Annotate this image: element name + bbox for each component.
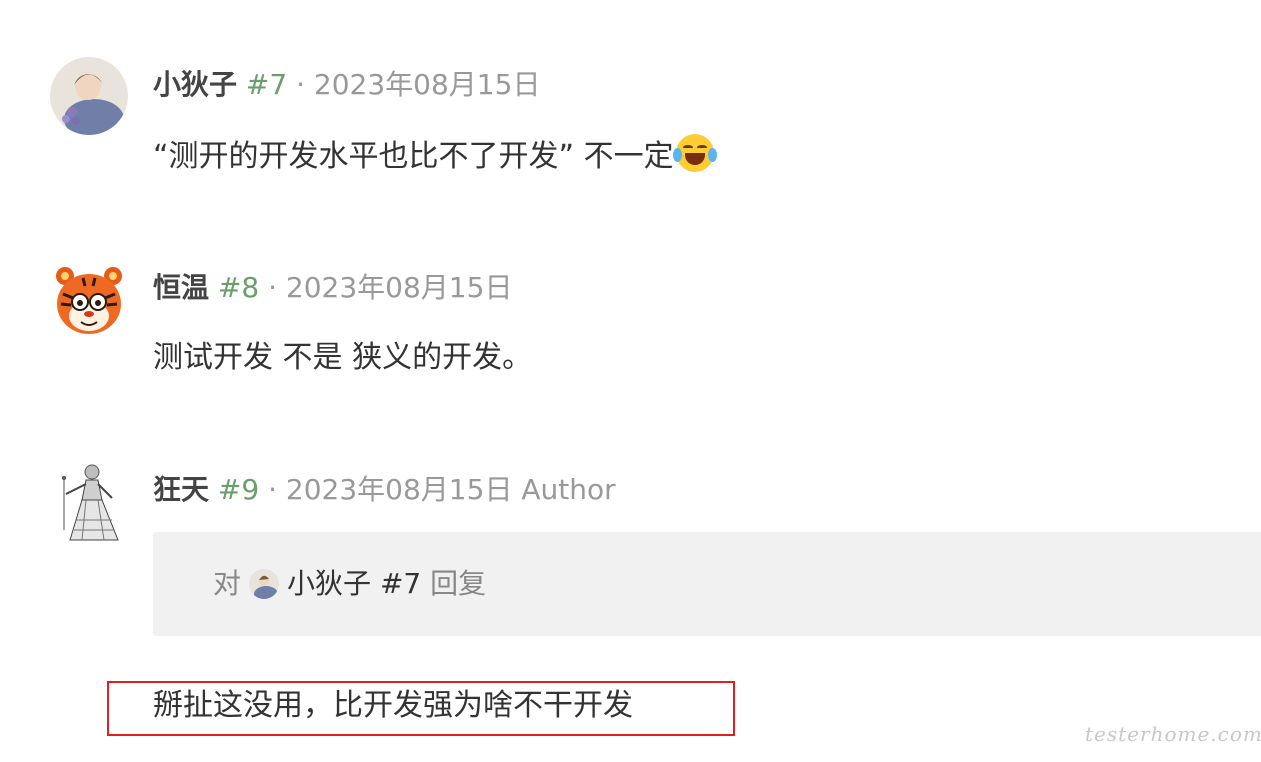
reply-prefix: 对 (213, 567, 242, 600)
avatar-image (50, 57, 128, 135)
meta-separator: · (296, 68, 306, 101)
face-with-tears-of-joy-icon (672, 134, 717, 172)
meta-separator: · (268, 473, 278, 506)
comment-date: 2023年08月15日 (313, 68, 541, 101)
reply-user-avatar[interactable] (249, 569, 280, 599)
comment-meta: 狂天 #9 · 2023年08月15日 Author (153, 472, 616, 508)
floor-link[interactable]: #7 (246, 68, 287, 101)
author-name[interactable]: 小狄子 (153, 68, 237, 101)
reply-floor-link[interactable]: #7 (380, 567, 421, 600)
victorian-lady-avatar-image (52, 460, 124, 542)
site-watermark: testerhome.com (1085, 722, 1261, 746)
comment-date: 2023年08月15日 (285, 473, 513, 506)
author-name[interactable]: 狂天 (153, 473, 209, 506)
reply-user-name[interactable]: 小狄子 (287, 567, 371, 600)
comment-text: 测试开发 不是 狭义的开发。 (153, 340, 533, 375)
comment-body: 测试开发 不是 狭义的开发。 (153, 338, 532, 378)
user-avatar[interactable] (53, 264, 125, 340)
mini-avatar-image (249, 569, 280, 599)
reply-suffix: 回复 (430, 567, 487, 600)
floor-link[interactable]: #9 (218, 473, 259, 506)
reply-reference: 对 小狄子 #7 回复 (213, 566, 486, 602)
user-avatar[interactable] (50, 57, 128, 135)
author-name[interactable]: 恒温 (153, 271, 209, 304)
comment-date: 2023年08月15日 (285, 271, 513, 304)
highlight-annotation-box (107, 681, 735, 736)
meta-separator: · (268, 271, 278, 304)
author-badge: Author (521, 473, 616, 506)
comment-meta: 恒温 #8 · 2023年08月15日 (153, 270, 512, 306)
comment-meta: 小狄子 #7 · 2023年08月15日 (153, 67, 540, 103)
comment-body: “测开的开发水平也比不了开发” 不一定 (153, 134, 717, 177)
floor-link[interactable]: #8 (218, 271, 259, 304)
reply-reference-box[interactable]: 对 小狄子 #7 回复 (153, 532, 1261, 636)
user-avatar[interactable] (52, 460, 124, 542)
comment-text: “测开的开发水平也比不了开发” 不一定 (153, 139, 674, 174)
tiger-avatar-image (56, 267, 122, 334)
